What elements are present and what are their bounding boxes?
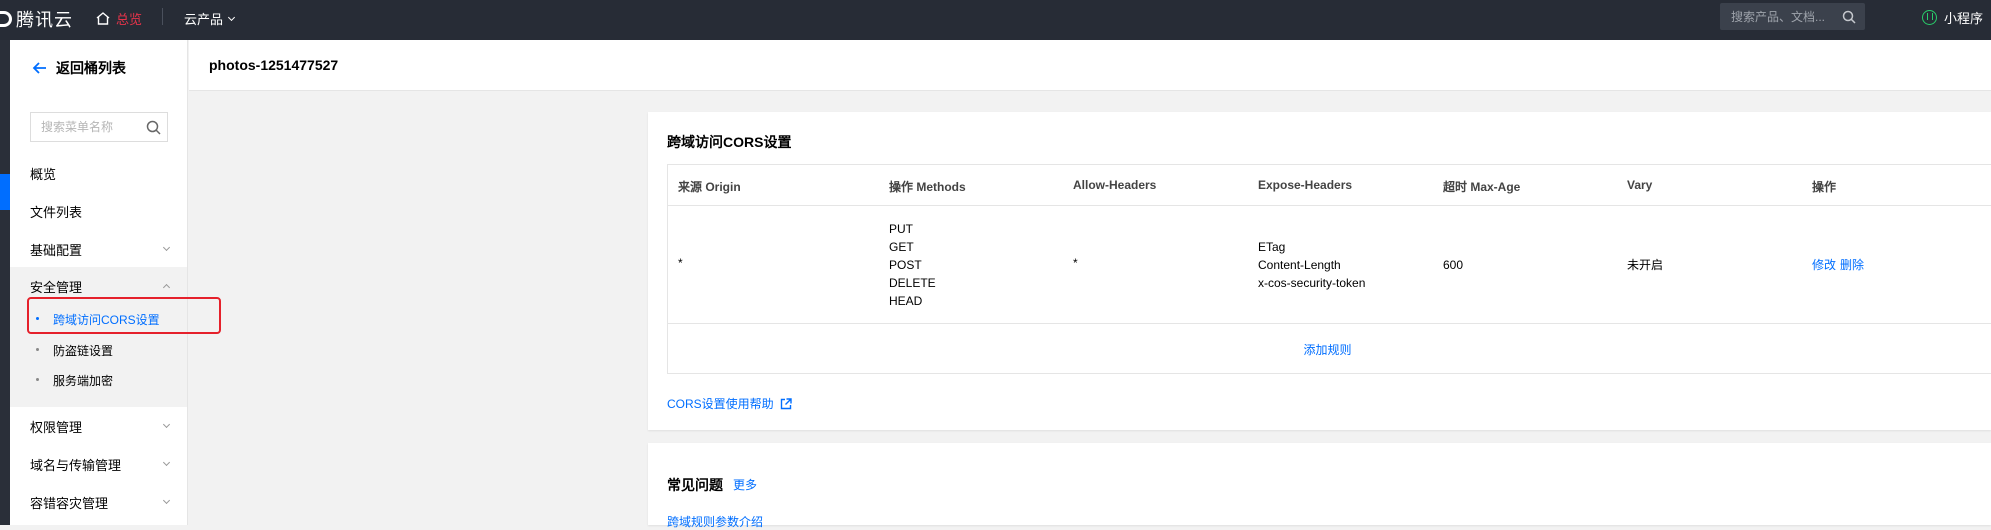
column-header-max-age: 超时 Max-Age (1443, 180, 1521, 194)
expose-header-item: ETag (1258, 240, 1286, 254)
faq-title: 常见问题 (667, 477, 723, 493)
mini-program-link[interactable]: 小程序 (1922, 8, 1983, 27)
sidebar-item-disaster-recovery[interactable]: 容错容灾管理 (10, 483, 187, 521)
edit-rule-link[interactable]: 修改 (1812, 256, 1836, 274)
sidebar-item-label: 概览 (30, 166, 57, 182)
tencent-cloud-logo[interactable]: 腾讯云 (0, 5, 73, 33)
faq-more-link[interactable]: 更多 (733, 476, 757, 493)
cloud-products-menu[interactable]: 云产品 (184, 9, 236, 28)
cell-origin: * (678, 256, 683, 270)
cloud-products-label: 云产品 (184, 12, 224, 27)
table-header: 来源 Origin 操作 Methods Allow-Headers Expos… (668, 165, 1991, 206)
cell-allow-headers: * (1073, 256, 1078, 270)
submenu-item-label: 服务端加密 (53, 373, 114, 388)
global-search-input[interactable] (1720, 9, 1838, 24)
home-icon (96, 12, 110, 25)
security-submenu: 安全管理 跨域访问CORS设置 防盗链设置 服务端加密 (10, 267, 187, 407)
add-rule-link[interactable]: 添加规则 (668, 341, 1987, 358)
cloud-logo-icon (0, 11, 12, 27)
external-link-icon (780, 397, 792, 409)
bullet-icon (36, 348, 39, 351)
method-item: GET (889, 240, 914, 254)
expose-header-item: Content-Length (1258, 258, 1341, 272)
column-header-vary: Vary (1627, 178, 1653, 192)
highlight-annotation-box (27, 297, 221, 334)
sidebar-item-label: 基础配置 (30, 242, 83, 258)
mini-program-label: 小程序 (1944, 11, 1984, 26)
cors-rules-table: 来源 Origin 操作 Methods Allow-Headers Expos… (667, 164, 1991, 374)
column-header-origin: 来源 Origin (678, 180, 741, 194)
submenu-item-label: 防盗链设置 (53, 343, 114, 358)
topbar-divider (162, 8, 163, 25)
sidebar: 返回桶列表 概览 文件列表 基础配置 安全管理 跨域访问CORS设置 防盗链设置 (10, 40, 188, 525)
cell-expose-headers: ETag Content-Length x-cos-security-token (1258, 238, 1365, 292)
menu-search-input[interactable] (31, 120, 141, 134)
cell-vary: 未开启 (1627, 258, 1664, 272)
back-label: 返回桶列表 (56, 60, 126, 76)
cors-help-link[interactable]: CORS设置使用帮助 (667, 395, 792, 412)
global-nav-strip (0, 40, 10, 525)
sidebar-item-basic-config[interactable]: 基础配置 (10, 230, 187, 268)
cell-methods: PUT GET POST DELETE HEAD (889, 220, 936, 310)
page-header: photos-1251477527 (189, 40, 1991, 91)
column-header-actions: 操作 (1812, 180, 1837, 194)
method-item: DELETE (889, 276, 936, 290)
column-header-allow-headers: Allow-Headers (1073, 178, 1157, 192)
sidebar-item-permissions[interactable]: 权限管理 (10, 407, 187, 445)
chevron-down-icon (227, 13, 236, 21)
column-header-methods: 操作 Methods (889, 180, 966, 194)
chevron-down-icon (162, 496, 171, 505)
sidebar-item-label: 安全管理 (30, 279, 83, 295)
logo-text: 腾讯云 (16, 10, 73, 30)
delete-rule-link[interactable]: 删除 (1840, 256, 1864, 274)
chevron-down-icon (162, 243, 171, 252)
bucket-name-title: photos-1251477527 (209, 57, 339, 73)
submenu-item-hotlink[interactable]: 防盗链设置 (10, 335, 187, 365)
column-header-expose-headers: Expose-Headers (1258, 178, 1353, 192)
cors-settings-card: 跨域访问CORS设置 来源 Origin 操作 Methods Allow-He… (648, 112, 1991, 430)
sidebar-item-label: 文件列表 (30, 204, 83, 220)
method-item: HEAD (889, 294, 923, 308)
table-row: * PUT GET POST DELETE HEAD * ETag Conten… (668, 206, 1991, 324)
faq-card: 常见问题 更多 跨域规则参数介绍 (648, 443, 1991, 529)
global-search[interactable] (1720, 3, 1865, 30)
submenu-item-encryption[interactable]: 服务端加密 (10, 365, 187, 395)
mini-program-icon (1922, 10, 1937, 25)
bullet-icon (36, 378, 39, 381)
sidebar-item-file-list[interactable]: 文件列表 (10, 192, 187, 230)
search-icon[interactable] (146, 120, 161, 135)
sidebar-item-label: 容错容灾管理 (30, 495, 109, 511)
cell-max-age: 600 (1443, 258, 1464, 272)
expose-header-item: x-cos-security-token (1258, 276, 1366, 290)
chevron-down-icon (162, 420, 171, 429)
sidebar-item-overview[interactable]: 概览 (10, 154, 187, 192)
sidebar-item-label: 域名与传输管理 (30, 457, 122, 473)
method-item: POST (889, 258, 922, 272)
sidebar-item-domain-transfer[interactable]: 域名与传输管理 (10, 445, 187, 483)
home-link[interactable]: 总览 (95, 9, 142, 28)
chevron-up-icon (162, 283, 171, 292)
sidebar-item-label: 权限管理 (30, 419, 83, 435)
cors-card-title: 跨域访问CORS设置 (667, 134, 792, 150)
menu-search[interactable] (30, 112, 168, 142)
faq-item-link[interactable]: 跨域规则参数介绍 (667, 513, 763, 530)
global-nav-active-marker (0, 174, 10, 210)
cors-help-label: CORS设置使用帮助 (667, 397, 774, 411)
chevron-down-icon (162, 458, 171, 467)
method-item: PUT (889, 222, 913, 236)
search-icon[interactable] (1842, 10, 1856, 24)
top-navigation-bar: 腾讯云 总览 云产品 小程序 (0, 0, 1991, 40)
back-to-bucket-list[interactable]: 返回桶列表 (32, 58, 126, 78)
arrow-left-icon (32, 62, 46, 74)
home-label: 总览 (116, 12, 143, 27)
